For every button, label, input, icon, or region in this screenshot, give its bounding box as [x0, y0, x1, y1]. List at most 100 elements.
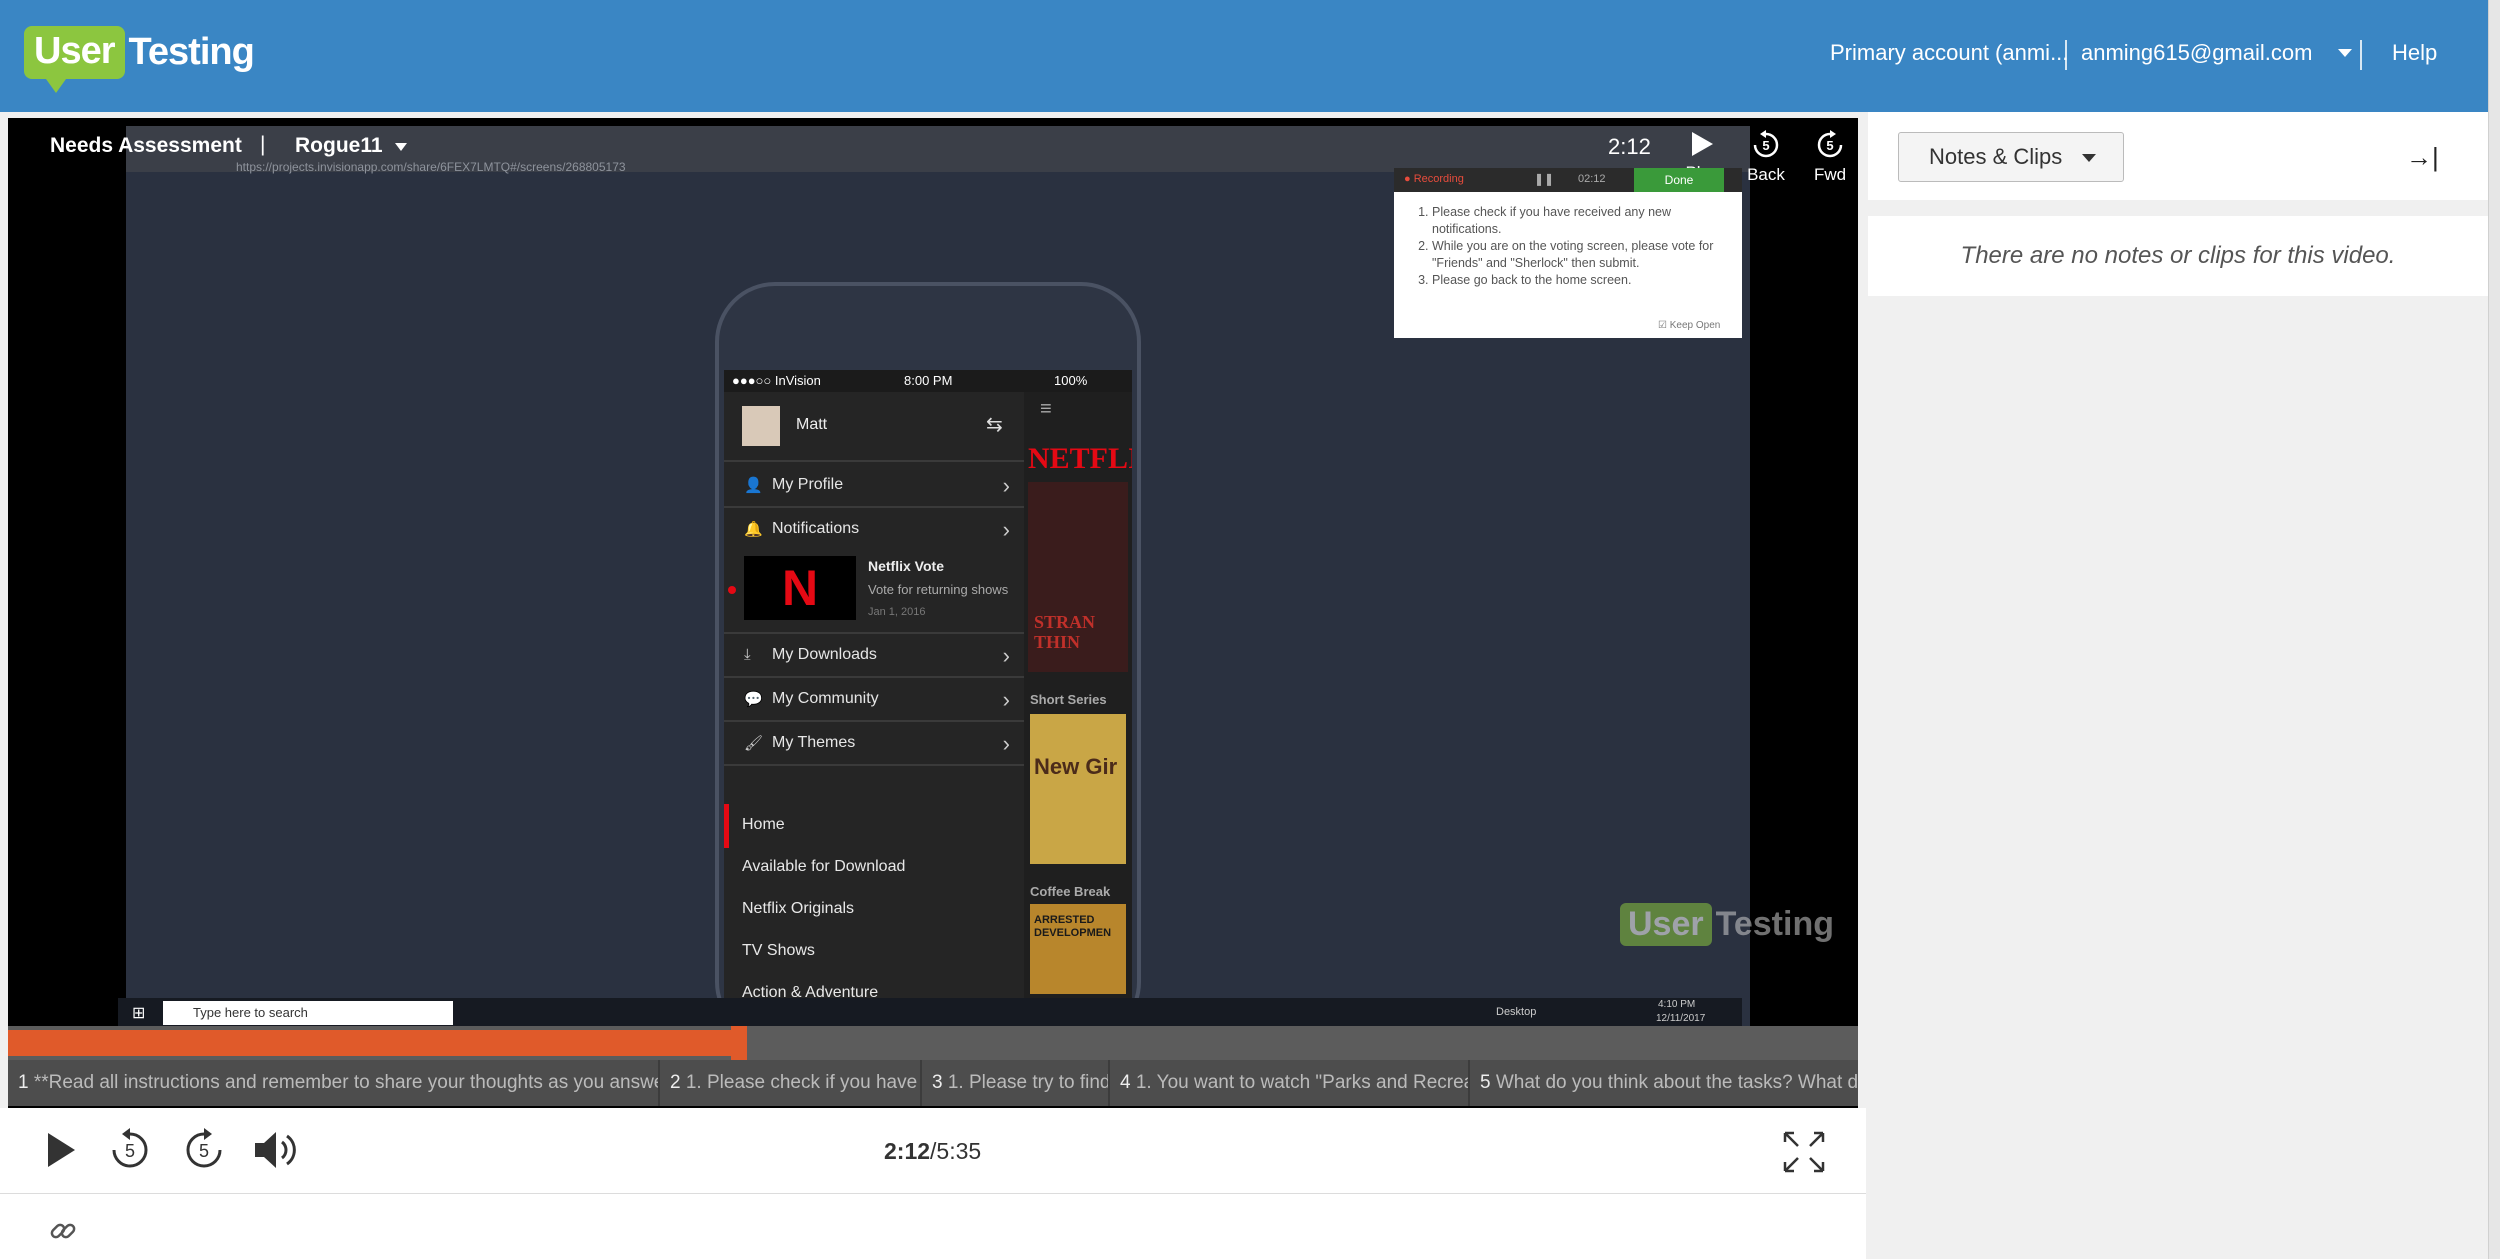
brush-icon: 🖌	[744, 735, 764, 752]
collapse-sidebar-icon[interactable]: →|	[2406, 142, 2439, 173]
top-navigation-bar: User Testing Primary account (anmi... an…	[0, 0, 2488, 112]
chapter-4[interactable]: 4 1. You want to watch "Parks and Recrea…	[1110, 1060, 1470, 1106]
chapter-text: What do you think about the tasks? What …	[1495, 1072, 1858, 1093]
fwd-label: Fwd	[1813, 165, 1847, 184]
instruction-list: Please check if you have received any ne…	[1432, 204, 1732, 289]
share-link-button[interactable]	[48, 1216, 78, 1251]
playback-controls: 5 5 2:12/5:35	[0, 1108, 1866, 1194]
forward-5-button[interactable]: 5	[182, 1128, 226, 1177]
menu-my-profile[interactable]: 👤 My Profile ›	[724, 464, 1024, 508]
volume-icon	[255, 1132, 296, 1168]
desktop-label: Desktop	[1496, 1006, 1537, 1018]
account-switcher[interactable]: Primary account (anmi...	[1830, 40, 2068, 66]
instruction-item: Please go back to the home screen.	[1432, 272, 1732, 289]
rewind-5-icon: 5	[112, 1128, 148, 1168]
header-divider	[2360, 40, 2362, 70]
nav-available-download[interactable]: Available for Download	[742, 858, 905, 876]
menu-my-downloads[interactable]: ⤓ My Downloads ›	[724, 634, 1024, 678]
current-time: 2:12	[884, 1138, 931, 1164]
help-link[interactable]: Help	[2392, 40, 2437, 66]
video-progress-bar[interactable]	[8, 1026, 1858, 1064]
rewind-5-button[interactable]: 5	[108, 1128, 152, 1177]
chapter-2[interactable]: 2 1. Please check if you have received	[660, 1060, 922, 1106]
phone-screen: ●●●○○ InVision 8:00 PM 100% Matt ⇆ 👤 My P…	[724, 370, 1132, 1000]
play-button[interactable]	[44, 1130, 78, 1175]
done-button[interactable]: Done	[1634, 168, 1724, 192]
notes-clips-label: Notes & Clips	[1929, 144, 2063, 169]
logo-testing: Testing	[128, 31, 255, 73]
fullscreen-button[interactable]	[1782, 1130, 1826, 1179]
keep-open-checkbox[interactable]: ☑ Keep Open	[1658, 320, 1720, 331]
nav-netflix-originals[interactable]: Netflix Originals	[742, 900, 854, 918]
user-name: Matt	[796, 416, 828, 433]
person-icon: 👤	[744, 477, 763, 494]
top-back-button[interactable]: 5 Back	[1736, 130, 1796, 185]
page-scrollbar[interactable]	[2488, 0, 2500, 1259]
profile-row[interactable]: Matt ⇆	[724, 392, 1024, 462]
svg-text:5: 5	[125, 1141, 135, 1161]
carrier: ●●●○○ InVision	[732, 373, 821, 388]
header-divider	[2065, 40, 2067, 70]
chat-icon: 💬	[744, 691, 763, 708]
menu-my-themes[interactable]: 🖌 My Themes ›	[724, 722, 1024, 766]
task-chapters: 1 **Read all instructions and remember t…	[8, 1060, 1858, 1106]
bell-icon: 🔔	[744, 521, 763, 538]
menu-notifications[interactable]: 🔔 Notifications ›	[724, 508, 1024, 552]
notification-item[interactable]: N Netflix Vote Vote for returning shows …	[724, 552, 1024, 634]
clock-time: 4:10 PM	[1658, 999, 1696, 1010]
notification-title: Netflix Vote	[868, 558, 944, 574]
netflix-logo: N	[744, 556, 856, 620]
progress-handle[interactable]	[731, 1026, 747, 1064]
volume-button[interactable]	[252, 1128, 300, 1177]
chapter-text: 1. You want to watch "Parks and Recreati…	[1135, 1072, 1468, 1093]
study-title: Needs Assessment	[50, 134, 242, 157]
sidebar-header: Notes & Clips →|	[1868, 112, 2488, 200]
battery: 100%	[1054, 373, 1088, 388]
chapter-number: 1	[18, 1072, 29, 1093]
rewind-5-icon: 5	[1753, 130, 1779, 158]
content-posters: ≡ NETFLI STRAN THIN Short Series New Gir…	[1024, 392, 1132, 1000]
poster-stranger-things: STRAN THIN	[1028, 482, 1128, 672]
phone-time: 8:00 PM	[904, 373, 953, 388]
usertesting-logo[interactable]: User Testing	[24, 26, 255, 93]
forward-5-icon: 5	[186, 1128, 222, 1168]
menu-label: My Downloads	[772, 646, 877, 663]
taskbar-search: Type here to search	[163, 1001, 453, 1025]
menu-my-community[interactable]: 💬 My Community ›	[724, 678, 1024, 722]
top-forward-button[interactable]: 5 Fwd	[1800, 130, 1860, 185]
tester-selector[interactable]: Rogue11	[295, 134, 408, 158]
logo-user: User	[24, 26, 125, 93]
keep-open-label: Keep Open	[1669, 320, 1721, 331]
avatar	[742, 406, 780, 446]
notes-clips-dropdown[interactable]: Notes & Clips	[1898, 132, 2124, 182]
nav-tv-shows[interactable]: TV Shows	[742, 942, 815, 960]
play-icon	[48, 1133, 75, 1167]
poster-title: New Gir	[1034, 754, 1118, 779]
switch-profile-icon[interactable]: ⇆	[986, 412, 1003, 437]
chapter-number: 5	[1480, 1072, 1491, 1093]
chapter-5[interactable]: 5 What do you think about the tasks? Wha…	[1470, 1060, 1858, 1106]
forward-5-icon: 5	[1817, 130, 1843, 158]
netflix-wordmark: NETFLI	[1028, 442, 1132, 475]
chapter-text: 1. Please try to find	[947, 1072, 1110, 1093]
chevron-right-icon: ›	[1002, 687, 1010, 712]
user-email-menu[interactable]: anming615@gmail.com	[2081, 40, 2354, 66]
user-email: anming615@gmail.com	[2081, 40, 2313, 65]
poster-new-girl[interactable]: New Gir	[1030, 714, 1126, 864]
chapter-1[interactable]: 1 **Read all instructions and remember t…	[8, 1060, 660, 1106]
chapter-number: 2	[670, 1072, 681, 1093]
svg-text:5: 5	[199, 1141, 209, 1161]
menu-label: Notifications	[772, 520, 860, 537]
usertesting-watermark: User Testing	[1620, 903, 1834, 946]
short-series-heading: Short Series	[1030, 692, 1107, 707]
recording-timer: 02:12	[1578, 173, 1606, 185]
hamburger-icon[interactable]: ≡	[1040, 398, 1052, 421]
clock-date: 12/11/2017	[1656, 1013, 1706, 1024]
menu-label: My Profile	[772, 476, 844, 493]
download-icon: ⤓	[744, 646, 751, 663]
poster-arrested[interactable]: ARRESTED DEVELOPMEN	[1030, 904, 1126, 994]
caret-down-icon	[2082, 154, 2096, 162]
chapter-3[interactable]: 3 1. Please try to find	[922, 1060, 1110, 1106]
notification-date: Jan 1, 2016	[868, 606, 926, 618]
nav-home[interactable]: Home	[742, 816, 785, 834]
